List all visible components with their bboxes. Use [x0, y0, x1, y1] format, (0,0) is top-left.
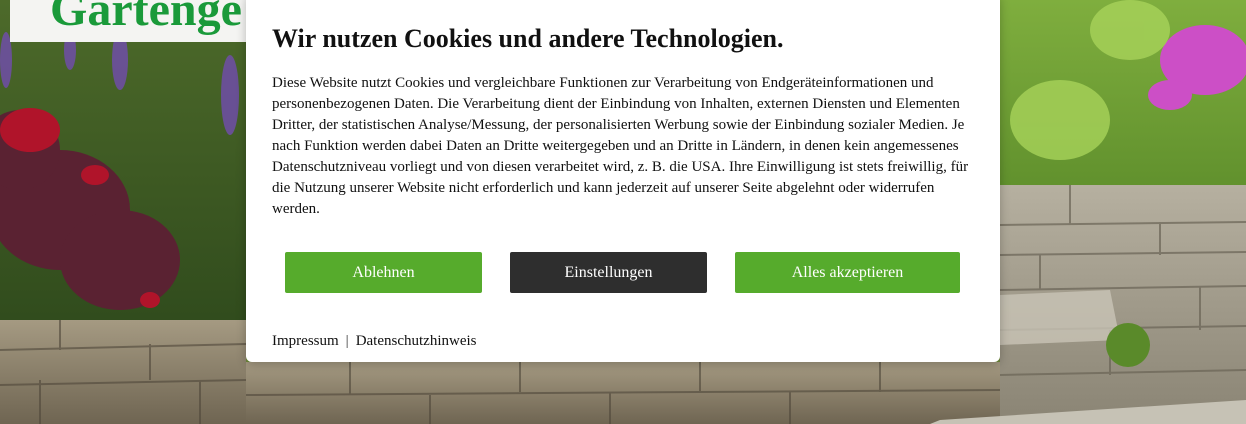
cookie-consent-dialog: Wir nutzen Cookies und andere Technologi… [246, 0, 1000, 362]
link-separator: | [345, 333, 349, 349]
reject-button[interactable]: Ablehnen [285, 252, 482, 293]
accept-all-button[interactable]: Alles akzeptieren [735, 252, 960, 293]
privacy-policy-link[interactable]: Datenschutzhinweis [356, 333, 477, 349]
page: Gartenge Wir nutzen Cookies und andere T… [0, 0, 1246, 424]
cookie-dialog-title: Wir nutzen Cookies und andere Technologi… [272, 24, 784, 53]
cookie-dialog-text: Diese Website nutzt Cookies und vergleic… [272, 75, 969, 217]
site-title[interactable]: Gartenge [50, 0, 242, 40]
cookie-dialog-footer-links: Impressum | Datenschutzhinweis [272, 331, 477, 351]
imprint-link[interactable]: Impressum [272, 333, 339, 349]
site-header: Gartenge [10, 0, 255, 42]
settings-button[interactable]: Einstellungen [510, 252, 707, 293]
